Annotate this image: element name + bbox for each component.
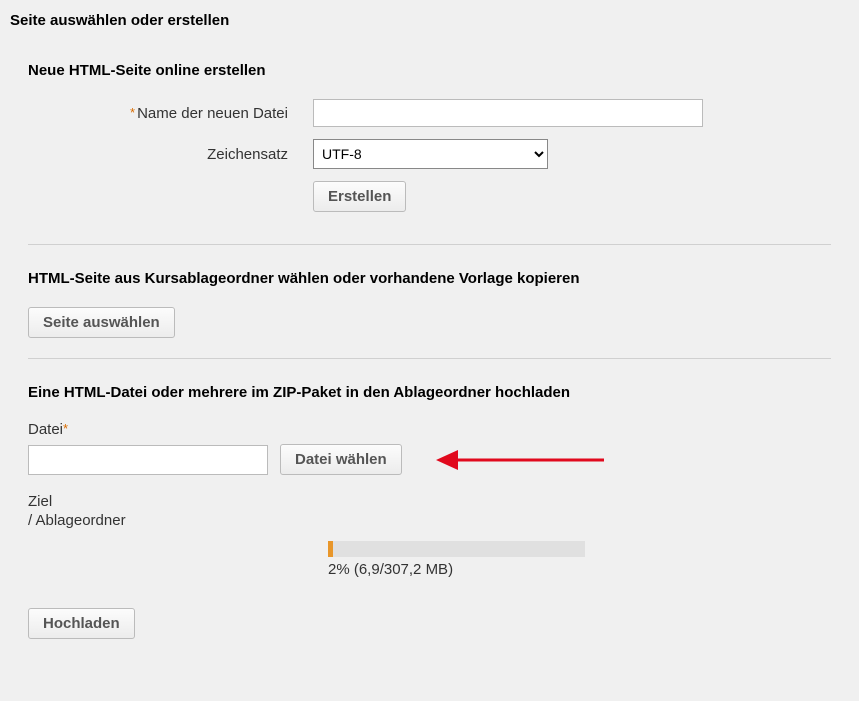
create-section: Neue HTML-Seite online erstellen *Name d…	[28, 37, 831, 244]
upload-section-title: Eine HTML-Datei oder mehrere im ZIP-Pake…	[28, 384, 831, 401]
file-choose-button[interactable]: Datei wählen	[280, 444, 402, 475]
filename-label: *Name der neuen Datei	[28, 105, 313, 122]
progress-text: 2% (6,9/307,2 MB)	[328, 561, 831, 578]
charset-label: Zeichensatz	[28, 146, 313, 163]
required-asterisk: *	[63, 421, 68, 436]
filename-label-text: Name der neuen Datei	[137, 105, 288, 122]
filename-input[interactable]	[313, 99, 703, 127]
choose-section-title: HTML-Seite aus Kursablageordner wählen o…	[28, 270, 831, 287]
choose-section: HTML-Seite aus Kursablageordner wählen o…	[28, 245, 831, 358]
upload-button[interactable]: Hochladen	[28, 608, 135, 639]
file-row: Datei wählen	[28, 444, 831, 475]
charset-select[interactable]: UTF-8	[313, 139, 548, 169]
file-input[interactable]	[28, 445, 268, 475]
arrow-icon	[434, 445, 614, 475]
required-asterisk: *	[130, 105, 135, 120]
charset-row: Zeichensatz UTF-8	[28, 139, 831, 169]
file-label: Datei*	[28, 421, 831, 438]
progress-bar-wrap	[328, 541, 831, 557]
upload-section: Eine HTML-Datei oder mehrere im ZIP-Pake…	[28, 359, 831, 659]
main-panel: Neue HTML-Seite online erstellen *Name d…	[8, 37, 851, 689]
progress-bar	[328, 541, 585, 557]
target-label: Ziel	[28, 493, 831, 510]
file-label-text: Datei	[28, 421, 63, 438]
create-section-title: Neue HTML-Seite online erstellen	[28, 62, 831, 79]
filename-row: *Name der neuen Datei	[28, 99, 831, 127]
create-button[interactable]: Erstellen	[313, 181, 406, 212]
target-value: / Ablageordner	[28, 512, 831, 529]
choose-page-button[interactable]: Seite auswählen	[28, 307, 175, 338]
progress-fill	[328, 541, 333, 557]
page-title: Seite auswählen oder erstellen	[0, 0, 859, 37]
